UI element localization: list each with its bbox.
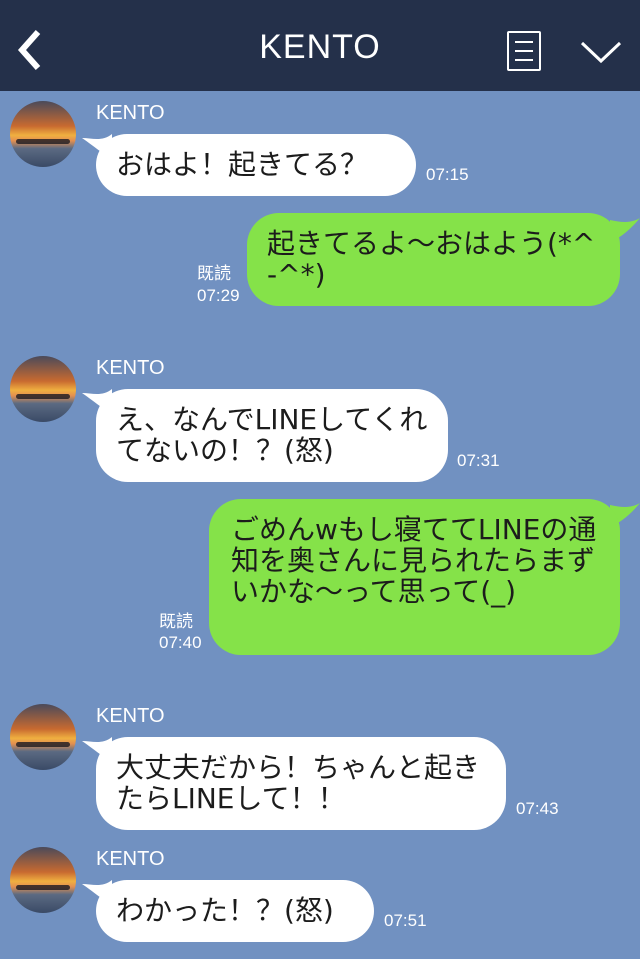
top-bar: KENTO [0, 0, 640, 91]
message-time: 07:40 [159, 633, 202, 652]
chat-title: KENTO [259, 28, 381, 66]
sender-name: KENTO [96, 705, 165, 727]
message-time: 07:31 [457, 451, 500, 470]
message-time: 07:15 [426, 165, 469, 184]
sender-name: KENTO [96, 357, 165, 379]
notes-icon[interactable] [507, 31, 541, 71]
chevron-down-icon[interactable] [580, 40, 622, 64]
message-time: 07:51 [384, 911, 427, 930]
message-bubble[interactable]: おはよ！起きてる？ [96, 134, 416, 196]
sender-name: KENTO [96, 848, 165, 870]
avatar[interactable] [10, 847, 76, 913]
message-time: 07:43 [516, 799, 559, 818]
read-receipt: 既読 [159, 612, 193, 632]
message-bubble[interactable]: え、なんでLINEしてくれてないの！？(怒) [96, 389, 448, 482]
message-bubble[interactable]: 大丈夫だから！ちゃんと起きたらLINEして！！ [96, 737, 506, 830]
message-time: 07:29 [197, 286, 240, 305]
read-receipt: 既読 [197, 264, 231, 284]
message-bubble[interactable]: 起きてるよ〜おはよう(*^-^*) [247, 213, 620, 306]
avatar[interactable] [10, 101, 76, 167]
message-bubble[interactable]: わかった！？(怒) [96, 880, 374, 942]
message-bubble[interactable]: ごめんwもし寝ててLINEの通知を奥さんに見られたらまずいかな〜って思って(_) [209, 499, 620, 655]
avatar[interactable] [10, 356, 76, 422]
avatar[interactable] [10, 704, 76, 770]
sender-name: KENTO [96, 102, 165, 124]
